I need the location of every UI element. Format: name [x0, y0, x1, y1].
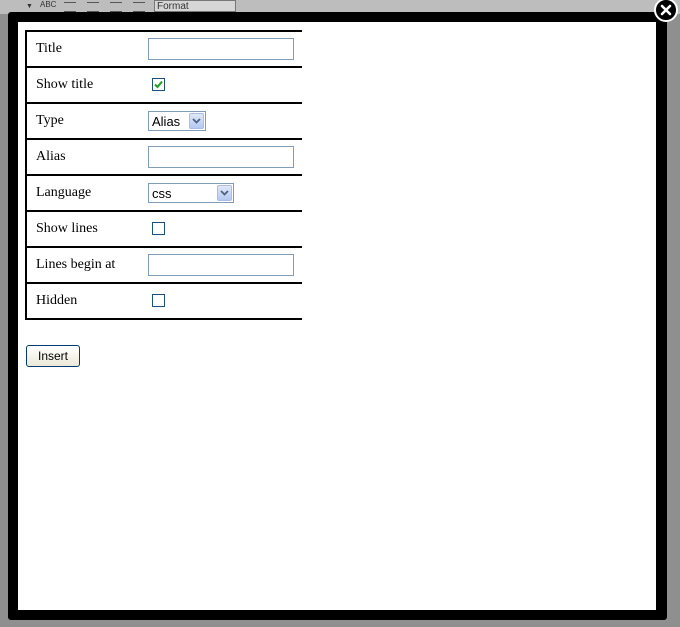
insert-code-form: Title Show title Type Alias Alias Langua…: [25, 30, 302, 320]
form-row-title: Title: [26, 30, 302, 68]
spellcheck-icon: ABC: [40, 0, 57, 9]
title-label: Title: [26, 30, 148, 68]
align-justify-icon: [64, 2, 76, 12]
show-lines-field-cell: [148, 210, 302, 248]
hidden-checkbox[interactable]: [152, 294, 165, 308]
toolbar-arrow-icon: ▼: [26, 3, 33, 10]
language-select-value: css: [152, 185, 172, 201]
lines-begin-at-input[interactable]: [148, 254, 294, 276]
form-row-hidden: Hidden: [26, 282, 302, 320]
form-row-lines-begin-at: Lines begin at: [26, 246, 302, 284]
title-field-cell: [148, 30, 302, 68]
form-row-alias: Alias: [26, 138, 302, 176]
form-row-language: Language css: [26, 174, 302, 212]
show-title-field-cell: [148, 66, 302, 104]
lines-begin-at-field-cell: [148, 246, 302, 284]
show-lines-label: Show lines: [26, 210, 148, 248]
close-button[interactable]: [654, 0, 678, 22]
format-select: Format: [154, 0, 236, 12]
show-lines-checkbox[interactable]: [152, 222, 165, 236]
align-left-icon: [110, 2, 122, 12]
chevron-down-icon[interactable]: [189, 113, 204, 129]
align-right-icon: [133, 2, 145, 12]
insert-button[interactable]: Insert: [26, 345, 80, 367]
hidden-label: Hidden: [26, 282, 148, 320]
alias-label: Alias: [26, 138, 148, 176]
form-row-show-lines: Show lines: [26, 210, 302, 248]
type-select[interactable]: Alias: [148, 111, 206, 131]
align-center-icon: [87, 2, 99, 12]
show-title-checkbox[interactable]: [152, 78, 165, 92]
hidden-field-cell: [148, 282, 302, 320]
alias-field-cell: [148, 138, 302, 176]
alias-input[interactable]: [148, 146, 294, 168]
form-row-type: Type Alias: [26, 102, 302, 140]
lines-begin-at-label: Lines begin at: [26, 246, 148, 284]
show-title-label: Show title: [26, 66, 148, 104]
type-label: Type: [26, 102, 148, 140]
type-select-value: Alias: [152, 113, 181, 129]
chevron-down-icon[interactable]: [217, 185, 232, 201]
language-select[interactable]: css: [148, 183, 234, 203]
close-icon: [660, 4, 672, 16]
type-field-cell: Alias: [148, 102, 302, 140]
language-field-cell: css: [148, 174, 302, 212]
language-label: Language: [26, 174, 148, 212]
form-row-show-title: Show title: [26, 66, 302, 104]
checkmark-icon: [154, 81, 163, 89]
modal-dialog: Title Show title Type Alias Alias Langua…: [18, 22, 656, 610]
title-input[interactable]: [148, 38, 294, 60]
